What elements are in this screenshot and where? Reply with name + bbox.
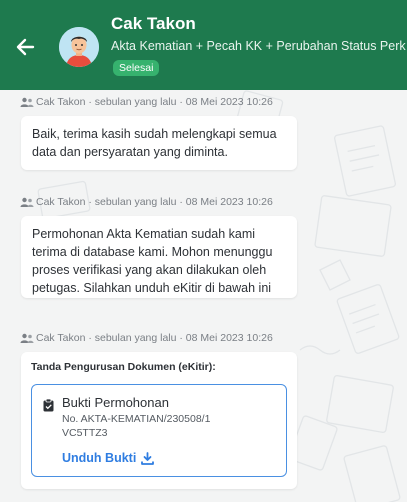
ekitir-bubble: Tanda Pengurusan Dokumen (eKitir): Bukti… bbox=[21, 352, 297, 489]
message-text: Permohonan Akta Kematian sudah kami teri… bbox=[32, 227, 273, 295]
status-badge: Selesai bbox=[113, 60, 160, 76]
document-card[interactable]: Bukti Permohonan No. AKTA-KEMATIAN/23050… bbox=[31, 384, 287, 477]
chat-bubble: Baik, terima kasih sudah melengkapi semu… bbox=[21, 116, 297, 170]
message-meta: Cak Takon · sebulan yang lalu · 08 Mei 2… bbox=[20, 196, 273, 208]
chat-title: Cak Takon bbox=[111, 14, 196, 33]
message-meta: Cak Takon · sebulan yang lalu · 08 Mei 2… bbox=[20, 96, 273, 108]
message-text: Baik, terima kasih sudah melengkapi semu… bbox=[32, 127, 277, 159]
user-group-icon bbox=[20, 333, 34, 343]
download-label[interactable]: Unduh Bukti bbox=[62, 450, 136, 466]
chat-header: Cak Takon Akta Kematian + Pecah KK + Per… bbox=[0, 0, 407, 90]
document-number: No. AKTA-KEMATIAN/230508/1VC5TTZ3 bbox=[62, 413, 211, 439]
message-meta-text: Cak Takon · sebulan yang lalu · 08 Mei 2… bbox=[36, 332, 273, 344]
user-group-icon bbox=[20, 197, 34, 207]
avatar bbox=[59, 27, 99, 67]
ekitir-title: Tanda Pengurusan Dokumen (eKitir): bbox=[31, 361, 216, 373]
chat-subtitle: Akta Kematian + Pecah KK + Perubahan Sta… bbox=[111, 39, 406, 53]
message-meta: Cak Takon · sebulan yang lalu · 08 Mei 2… bbox=[20, 332, 273, 344]
chat-bubble: Permohonan Akta Kematian sudah kami teri… bbox=[21, 216, 297, 298]
message-meta-text: Cak Takon · sebulan yang lalu · 08 Mei 2… bbox=[36, 196, 273, 208]
download-icon[interactable] bbox=[141, 451, 155, 465]
clipboard-icon bbox=[43, 399, 54, 412]
user-group-icon bbox=[20, 97, 34, 107]
download-link[interactable]: Unduh Bukti bbox=[62, 450, 276, 466]
message-meta-text: Cak Takon · sebulan yang lalu · 08 Mei 2… bbox=[36, 96, 273, 108]
document-name: Bukti Permohonan bbox=[62, 395, 169, 410]
back-arrow-icon[interactable] bbox=[14, 36, 36, 58]
